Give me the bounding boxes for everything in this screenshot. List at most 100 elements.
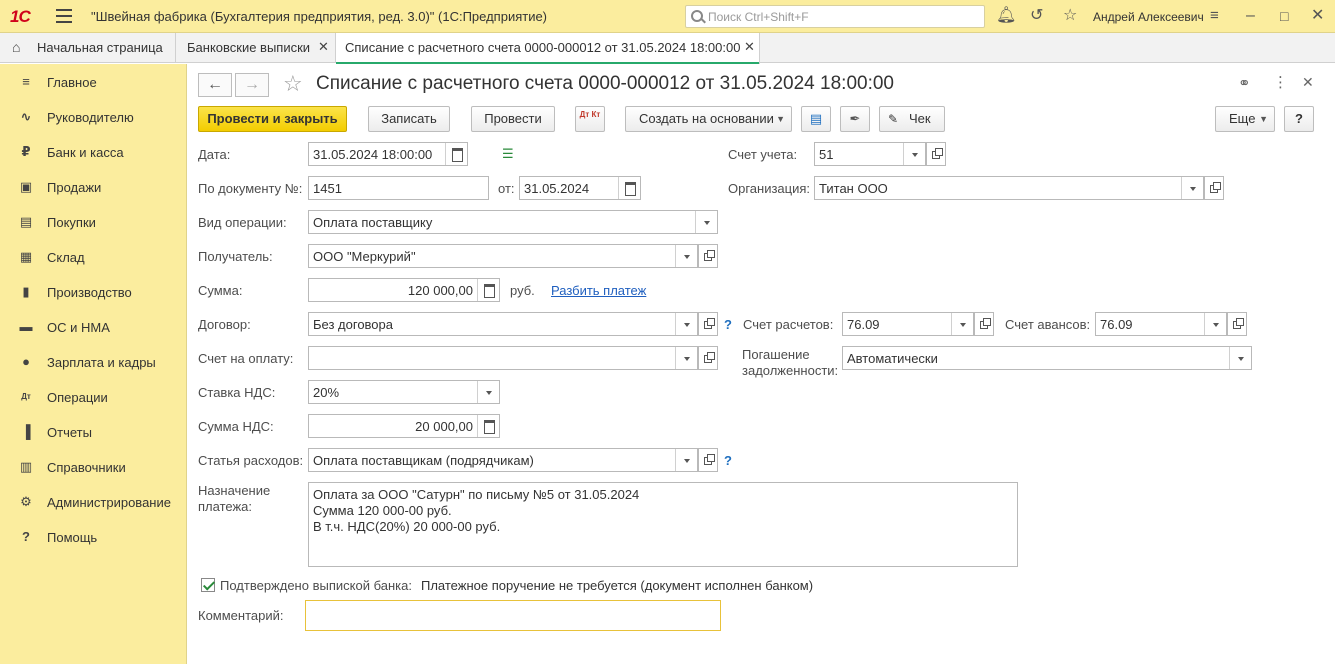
open-invoice-button[interactable] bbox=[698, 346, 718, 370]
chevron-down-icon: ▼ bbox=[1259, 114, 1268, 124]
more-label: Еще bbox=[1229, 111, 1256, 126]
search-input[interactable]: Поиск Ctrl+Shift+F bbox=[685, 5, 985, 28]
user-name[interactable]: Андрей Алексеевич bbox=[1093, 10, 1204, 24]
open-expense-button[interactable] bbox=[698, 448, 718, 472]
star-icon[interactable]: ☆ bbox=[1063, 8, 1077, 24]
sidebar-item-help[interactable]: ? Помощь bbox=[0, 520, 187, 555]
bell-icon[interactable]: 🔔︎ bbox=[996, 8, 1016, 24]
recipient-value: ООО "Меркурий" bbox=[313, 249, 416, 264]
back-button[interactable]: ← bbox=[198, 73, 232, 97]
chevron-down-icon[interactable] bbox=[695, 211, 717, 233]
chevron-down-icon[interactable] bbox=[675, 313, 697, 335]
sidebar-item-salary[interactable]: ● Зарплата и кадры bbox=[0, 345, 187, 380]
help-button[interactable]: ? bbox=[1284, 106, 1314, 132]
comment-field[interactable] bbox=[305, 600, 721, 631]
history-icon[interactable]: ↺ bbox=[1030, 8, 1043, 24]
save-button[interactable]: Записать bbox=[368, 106, 450, 132]
close-icon[interactable]: ✕ bbox=[744, 39, 755, 55]
more-button[interactable]: Еще ▼ bbox=[1215, 106, 1275, 132]
chevron-down-icon[interactable] bbox=[1204, 313, 1226, 335]
contract-field[interactable]: Без договора bbox=[308, 312, 698, 336]
chevron-down-icon[interactable] bbox=[477, 381, 499, 403]
sidebar-item-admin[interactable]: ⚙ Администрирование bbox=[0, 485, 187, 520]
sidebar-item-sales[interactable]: ▣ Продажи bbox=[0, 170, 187, 205]
chevron-down-icon[interactable] bbox=[675, 245, 697, 267]
calculator-icon[interactable] bbox=[477, 279, 499, 301]
confirmed-checkbox[interactable] bbox=[201, 578, 215, 592]
vat-sum-field[interactable]: 20 000,00 bbox=[308, 414, 500, 438]
sidebar-item-bank[interactable]: ₽ Банк и касса bbox=[0, 135, 187, 170]
calculator-icon[interactable] bbox=[477, 415, 499, 437]
close-icon[interactable]: ✕ bbox=[1302, 74, 1314, 91]
sidebar-item-main[interactable]: ≡ Главное bbox=[0, 65, 187, 100]
maximize-icon[interactable]: □ bbox=[1280, 8, 1288, 24]
sidebar-item-assets[interactable]: ▬ ОС и НМА bbox=[0, 310, 187, 345]
chevron-down-icon[interactable] bbox=[903, 143, 925, 165]
post-button[interactable]: Провести bbox=[471, 106, 555, 132]
sum-field[interactable]: 120 000,00 bbox=[308, 278, 500, 302]
docnum-field[interactable]: 1451 bbox=[308, 176, 489, 200]
post-and-close-button[interactable]: Провести и закрыть bbox=[198, 106, 347, 132]
note-icon[interactable]: ☰ bbox=[502, 146, 514, 162]
settle-account-field[interactable]: 76.09 bbox=[842, 312, 974, 336]
purpose-textarea[interactable]: Оплата за ООО "Сатурн" по письму №5 от 3… bbox=[308, 482, 1018, 567]
open-account-button[interactable] bbox=[926, 142, 946, 166]
sidebar-item-reports[interactable]: ▐ Отчеты bbox=[0, 415, 187, 450]
purpose-label: Назначение bbox=[198, 483, 271, 498]
chevron-down-icon[interactable] bbox=[675, 449, 697, 471]
org-field[interactable]: Титан ООО bbox=[814, 176, 1204, 200]
open-settle-account-button[interactable] bbox=[974, 312, 994, 336]
structure-button[interactable]: ▤ bbox=[801, 106, 831, 132]
create-based-on-button[interactable]: Создать на основании ▼ bbox=[625, 106, 792, 132]
sidebar-item-directories[interactable]: ▥ Справочники bbox=[0, 450, 187, 485]
dt-kt-button[interactable]: Дт Кт bbox=[575, 106, 605, 132]
sidebar-item-label: Производство bbox=[47, 285, 132, 300]
tab-bank-statements[interactable]: Банковские выписки ✕ bbox=[176, 33, 336, 63]
calendar-icon[interactable] bbox=[618, 177, 640, 199]
vat-rate-select[interactable]: 20% bbox=[308, 380, 500, 404]
favorite-star-icon[interactable]: ☆ bbox=[283, 71, 303, 97]
from-date-field[interactable]: 31.05.2024 bbox=[519, 176, 641, 200]
open-advance-account-button[interactable] bbox=[1227, 312, 1247, 336]
chevron-down-icon[interactable] bbox=[675, 347, 697, 369]
split-payment-link[interactable]: Разбить платеж bbox=[551, 283, 646, 298]
sidebar-item-label: Руководителю bbox=[47, 110, 134, 125]
close-icon[interactable]: ✕ bbox=[318, 39, 329, 55]
create-based-label: Создать на основании bbox=[639, 111, 774, 126]
more-vertical-icon[interactable]: ⋮ bbox=[1273, 73, 1288, 91]
expense-field[interactable]: Оплата поставщикам (подрядчикам) bbox=[308, 448, 698, 472]
date-field[interactable]: 31.05.2024 18:00:00 bbox=[308, 142, 468, 166]
open-org-button[interactable] bbox=[1204, 176, 1224, 200]
minimize-icon[interactable]: – bbox=[1246, 8, 1255, 24]
contract-help-icon[interactable]: ? bbox=[724, 317, 732, 332]
sidebar-item-warehouse[interactable]: ▦ Склад bbox=[0, 240, 187, 275]
expense-help-icon[interactable]: ? bbox=[724, 453, 732, 468]
sidebar-item-operations[interactable]: Дт Операции bbox=[0, 380, 187, 415]
link-icon[interactable]: ⚭ bbox=[1238, 74, 1251, 92]
account-field[interactable]: 51 bbox=[814, 142, 926, 166]
tab-home[interactable]: ⌂ Начальная страница bbox=[0, 33, 176, 63]
sidebar-item-manager[interactable]: ∿ Руководителю bbox=[0, 100, 187, 135]
chevron-down-icon[interactable] bbox=[1229, 347, 1251, 369]
sidebar-item-purchases[interactable]: ▤ Покупки bbox=[0, 205, 187, 240]
receipt-icon: ✎ bbox=[888, 112, 899, 126]
tab-document[interactable]: Списание с расчетного счета 0000-000012 … bbox=[336, 33, 760, 64]
settings-menu-icon[interactable]: ≡ bbox=[1210, 8, 1219, 24]
invoice-field[interactable] bbox=[308, 346, 698, 370]
open-contract-button[interactable] bbox=[698, 312, 718, 336]
chevron-down-icon[interactable] bbox=[1181, 177, 1203, 199]
close-window-icon[interactable]: ✕ bbox=[1311, 8, 1324, 24]
forward-button[interactable]: → bbox=[235, 73, 269, 97]
receipt-button[interactable]: ✎ Чек bbox=[879, 106, 945, 132]
repay-select[interactable]: Автоматически bbox=[842, 346, 1252, 370]
open-recipient-button[interactable] bbox=[698, 244, 718, 268]
recipient-field[interactable]: ООО "Меркурий" bbox=[308, 244, 698, 268]
optype-select[interactable]: Оплата поставщику bbox=[308, 210, 718, 234]
sidebar-item-production[interactable]: ▮ Производство bbox=[0, 275, 187, 310]
chevron-down-icon[interactable] bbox=[951, 313, 973, 335]
calendar-icon[interactable] bbox=[445, 143, 467, 165]
main-menu-icon[interactable] bbox=[56, 9, 72, 23]
advance-account-field[interactable]: 76.09 bbox=[1095, 312, 1227, 336]
attach-button[interactable]: ✒ bbox=[840, 106, 870, 132]
sidebar-item-label: Главное bbox=[47, 75, 97, 90]
